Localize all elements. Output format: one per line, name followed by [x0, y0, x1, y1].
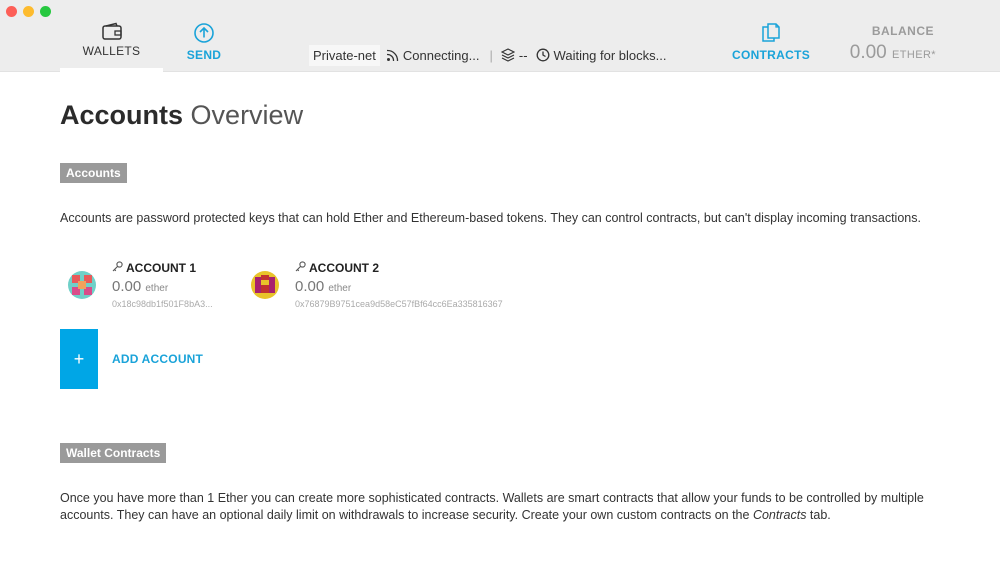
account-balance-amount: 0.00 — [112, 278, 142, 295]
close-window-button[interactable] — [6, 6, 17, 17]
balance-summary: BALANCE 0.00 ETHER* — [850, 24, 936, 64]
accounts-description: Accounts are password protected keys tha… — [60, 211, 921, 225]
page-title: Accounts Overview — [60, 100, 303, 131]
accounts-section-tag: Accounts — [60, 163, 127, 183]
key-icon — [112, 261, 123, 275]
account-balance-amount: 0.00 — [295, 278, 325, 295]
network-badge: Private-net — [309, 44, 380, 66]
minimize-window-button[interactable] — [23, 6, 34, 17]
add-account-label[interactable]: ADD ACCOUNT — [112, 352, 203, 366]
peers-count: -- — [518, 47, 528, 63]
blocks-text: Waiting for blocks... — [553, 47, 667, 63]
network-status: Private-net Connecting... | -- Waiting f… — [309, 44, 675, 66]
wallet-contracts-description: Once you have more than 1 Ether you can … — [60, 490, 950, 524]
tab-contracts-label: CONTRACTS — [731, 48, 811, 62]
avatar — [68, 271, 96, 299]
layers-icon — [500, 48, 515, 62]
key-icon — [295, 261, 306, 275]
top-navigation-bar: WALLETS SEND Private-net Connecting... | — [0, 0, 1000, 73]
account-address: 0x18c98db1f501F8bA3... — [112, 299, 213, 309]
arrow-up-circle-icon — [193, 22, 215, 44]
signal-icon — [386, 49, 399, 62]
contracts-tab-reference: Contracts — [752, 508, 807, 522]
account-name: ACCOUNT 2 — [309, 261, 380, 275]
account-balance-unit: ether — [145, 283, 169, 294]
connection-text: Connecting... — [402, 47, 480, 63]
status-divider: | — [489, 47, 493, 63]
wallet-description-end: tab. — [806, 508, 831, 522]
page-title-strong: Accounts — [60, 100, 184, 130]
balance-amount: 0.00 — [849, 42, 887, 63]
page-title-light: Overview — [190, 100, 304, 130]
account-name-row: ACCOUNT 2 — [295, 261, 379, 275]
account-balance: 0.00 ether — [295, 278, 351, 295]
account-name: ACCOUNT 1 — [126, 261, 197, 275]
add-account-plus-icon[interactable]: + — [60, 329, 98, 389]
balance-unit: ETHER* — [892, 49, 936, 61]
window-controls — [6, 6, 51, 17]
account-address: 0x76879B9751cea9d58eC57fBf64cc6Ea3358163… — [295, 299, 503, 309]
add-account-button[interactable]: + ADD ACCOUNT — [60, 329, 203, 389]
wallet-icon — [101, 22, 123, 40]
documents-icon — [760, 22, 782, 44]
account-card-2[interactable]: ACCOUNT 2 0.00 ether 0x76879B9751cea9d58… — [251, 260, 503, 312]
connection-status: Connecting... — [386, 47, 480, 63]
avatar — [251, 271, 279, 299]
account-card-1[interactable]: ACCOUNT 1 0.00 ether 0x18c98db1f501F8bA3… — [68, 260, 268, 312]
tab-send-label: SEND — [186, 48, 222, 62]
balance-value-row: 0.00 ETHER* — [850, 42, 936, 64]
wallet-contracts-section-tag: Wallet Contracts — [60, 443, 167, 463]
account-balance: 0.00 ether — [112, 278, 168, 295]
blocks-status: Waiting for blocks... — [536, 48, 667, 63]
peers-status: -- — [500, 47, 528, 63]
balance-label: BALANCE — [871, 24, 934, 38]
account-balance-unit: ether — [328, 283, 352, 294]
clock-icon — [536, 48, 550, 62]
account-name-row: ACCOUNT 1 — [112, 261, 196, 275]
tab-send[interactable]: SEND — [176, 0, 232, 72]
tab-wallets-label: WALLETS — [82, 44, 141, 58]
tab-contracts[interactable]: CONTRACTS — [731, 0, 811, 72]
zoom-window-button[interactable] — [40, 6, 51, 17]
tab-wallets[interactable]: WALLETS — [60, 0, 163, 73]
